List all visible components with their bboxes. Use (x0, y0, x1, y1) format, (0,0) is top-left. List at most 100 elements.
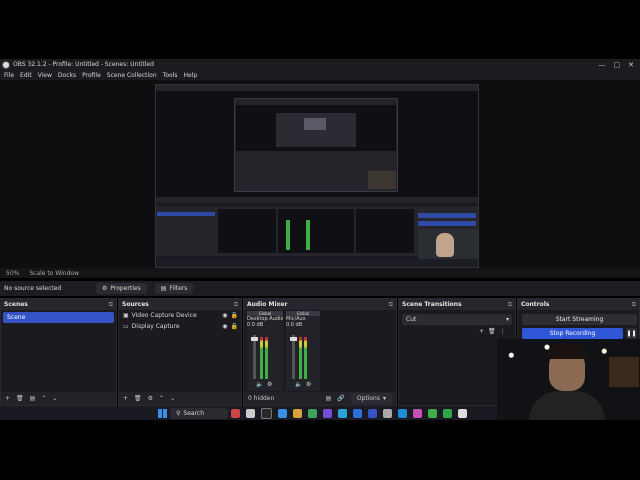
app-icon[interactable] (323, 408, 332, 418)
volume-slider[interactable] (292, 335, 295, 379)
chrome-icon[interactable] (308, 408, 317, 418)
properties-button[interactable]: ⚙ Properties (96, 283, 147, 294)
link-icon[interactable]: 🔗 (337, 395, 344, 402)
app-icon[interactable] (398, 408, 407, 418)
menu-view[interactable]: View (38, 72, 52, 79)
filters-button[interactable]: ▤ Filters (154, 283, 194, 294)
remove-transition-button[interactable]: 🗑 (488, 328, 496, 335)
options-button[interactable]: Options ▾ (350, 393, 392, 404)
lock-icon[interactable]: 🔒 (231, 323, 238, 330)
whatsapp-icon[interactable] (443, 408, 452, 418)
undock-icon[interactable]: ⧉ (508, 301, 512, 309)
vscode-icon[interactable] (353, 408, 362, 418)
minimize-button[interactable]: — (599, 61, 606, 69)
more-options-icon[interactable]: ⋮ (500, 328, 506, 335)
app-icon[interactable] (246, 408, 255, 418)
title-bar: OBS 32.1.2 - Profile: Untitled - Scenes:… (0, 59, 640, 70)
zoom-mode[interactable]: Scale to Window (29, 270, 79, 277)
volume-handle[interactable] (251, 337, 258, 341)
mixer-channel-desktop: Global Desktop Audio 0.0 dB 🔈 ⚙ (247, 311, 283, 391)
source-item[interactable]: ▭ Display Capture ◉ 🔒 (119, 321, 241, 332)
add-scene-button[interactable]: + (5, 395, 10, 402)
sources-dock: Sources ⧉ ▣ Video Capture Device ◉ 🔒 ▭ Di… (118, 298, 242, 406)
transitions-title: Scene Transitions (402, 301, 462, 308)
volume-handle[interactable] (290, 337, 297, 341)
filter-icon: ▤ (160, 285, 167, 292)
controls-title: Controls (521, 301, 550, 308)
transition-select[interactable]: Cut ▾ (402, 314, 512, 325)
menu-profile[interactable]: Profile (82, 72, 101, 79)
scenes-dock: Scenes ⧉ Scene + 🗑 ▤ ⌃ ⌄ (0, 298, 117, 406)
sources-title: Sources (122, 301, 149, 308)
channel-level: 0.0 dB (286, 322, 303, 328)
channel-settings-icon[interactable]: ⚙ (267, 381, 272, 388)
audio-mixer-dock: Audio Mixer ⧉ Global Desktop Audio 0.0 dB… (243, 298, 397, 406)
move-down-icon[interactable]: ⌄ (170, 395, 175, 402)
add-source-button[interactable]: + (123, 395, 128, 402)
app-icon[interactable] (383, 408, 392, 418)
undock-icon[interactable]: ⧉ (109, 301, 113, 309)
menu-help[interactable]: Help (183, 72, 197, 79)
menu-bar: File Edit View Docks Profile Scene Colle… (0, 70, 640, 80)
move-up-icon[interactable]: ⌃ (159, 395, 164, 402)
webcam-overlay (497, 339, 640, 420)
app-icon[interactable] (231, 408, 240, 418)
gear-icon: ⚙ (102, 285, 108, 292)
undock-icon[interactable]: ⧉ (234, 301, 238, 309)
folder-icon[interactable] (293, 408, 302, 418)
channel-settings-icon[interactable]: ⚙ (306, 381, 311, 388)
search-icon: ⚲ (176, 409, 181, 417)
menu-edit[interactable]: Edit (20, 72, 32, 79)
menu-tools[interactable]: Tools (163, 72, 178, 79)
visibility-eye-icon[interactable]: ◉ (222, 323, 227, 330)
maximize-button[interactable]: ▢ (614, 61, 621, 69)
move-up-icon[interactable]: ⌃ (41, 395, 46, 402)
app-icon[interactable] (413, 408, 422, 418)
menu-docks[interactable]: Docks (58, 72, 76, 79)
context-bar: No source selected ⚙ Properties ▤ Filter… (0, 281, 640, 296)
pause-recording-button[interactable]: ❚❚ (626, 328, 637, 339)
source-item[interactable]: ▣ Video Capture Device ◉ 🔒 (119, 310, 241, 321)
app-icon[interactable] (278, 408, 287, 418)
remove-scene-button[interactable]: 🗑 (16, 395, 24, 402)
obs-logo-icon (2, 60, 10, 69)
zoom-bar: 50% Scale to Window (0, 268, 640, 278)
zoom-value[interactable]: 50% (6, 270, 19, 277)
lock-icon[interactable]: 🔒 (231, 312, 238, 319)
volume-slider[interactable] (253, 335, 256, 379)
scenes-title: Scenes (4, 301, 28, 308)
menu-file[interactable]: File (4, 72, 14, 79)
scene-item[interactable]: Scene (3, 312, 114, 323)
obs-icon[interactable] (458, 408, 467, 418)
camera-icon: ▣ (123, 312, 129, 319)
app-icon[interactable] (261, 407, 272, 419)
taskbar-search[interactable]: ⚲ Search (170, 407, 228, 419)
stop-recording-button[interactable]: Stop Recording (522, 328, 623, 339)
remove-source-button[interactable]: 🗑 (134, 395, 142, 402)
mixer-channel-mic: Global Mic/Aux 0.0 dB 🔈 ⚙ (286, 311, 320, 391)
undock-icon[interactable]: ⧉ (389, 301, 393, 309)
chevron-down-icon: ▾ (505, 316, 509, 323)
close-button[interactable]: ✕ (628, 61, 634, 69)
chevron-down-icon: ▾ (382, 395, 386, 402)
no-source-status: No source selected (4, 285, 62, 292)
scene-filters-icon[interactable]: ▤ (30, 395, 36, 402)
menu-scene-collection[interactable]: Scene Collection (107, 72, 157, 79)
start-streaming-button[interactable]: Start Streaming (522, 314, 637, 325)
speaker-icon[interactable]: 🔈 (256, 381, 263, 388)
windows-start-icon[interactable] (158, 408, 167, 418)
app-icon[interactable] (338, 408, 347, 418)
move-down-icon[interactable]: ⌄ (52, 395, 57, 402)
window-title: OBS 32.1.2 - Profile: Untitled - Scenes:… (13, 61, 154, 68)
preview-screen-capture (155, 84, 479, 268)
mic-icon[interactable]: 🔈 (295, 381, 302, 388)
mixer-title: Audio Mixer (247, 301, 288, 308)
source-properties-icon[interactable]: ⚙ (148, 395, 153, 402)
advanced-audio-icon[interactable]: ▤ (326, 395, 332, 402)
app-icon[interactable] (368, 408, 377, 418)
app-icon[interactable] (428, 408, 437, 418)
visibility-eye-icon[interactable]: ◉ (222, 312, 227, 319)
monitor-icon: ▭ (123, 323, 129, 330)
undock-icon[interactable]: ⧉ (632, 301, 636, 309)
add-transition-button[interactable]: + (479, 328, 484, 335)
